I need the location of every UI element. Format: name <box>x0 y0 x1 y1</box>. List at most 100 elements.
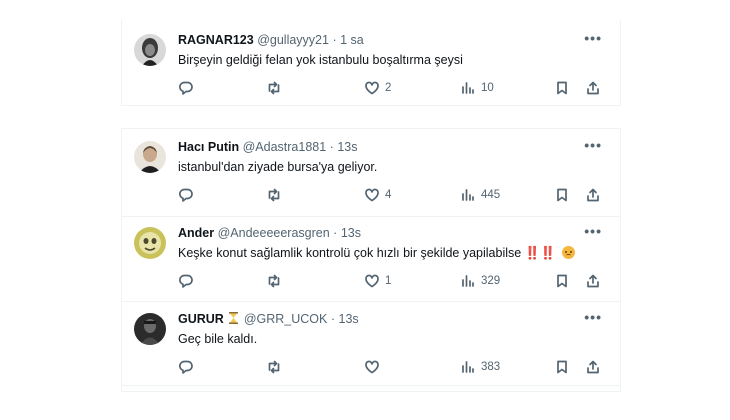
reply-icon <box>179 188 193 202</box>
tweet-card[interactable]: RAGNAR123 @gullayyy21 · 1 sa ••• Birşeyi… <box>121 20 621 106</box>
author-name[interactable]: GURUR <box>178 312 224 326</box>
share-button[interactable] <box>585 79 601 97</box>
views-button[interactable]: 383 <box>460 358 500 376</box>
tweet-time[interactable]: 1 sa <box>340 33 364 47</box>
like-count: 4 <box>385 189 392 201</box>
heart-icon <box>365 188 379 202</box>
tweet-actions: 1 329 <box>178 272 608 290</box>
like-button[interactable]: 1 <box>364 272 391 290</box>
retweet-icon <box>268 360 280 374</box>
disappointed-face-icon <box>562 246 576 259</box>
reply-icon <box>179 360 193 374</box>
like-button[interactable]: 2 <box>364 79 391 97</box>
views-count: 445 <box>481 189 501 201</box>
author-name[interactable]: Hacı Putin <box>178 140 239 154</box>
retweet-icon <box>268 81 280 95</box>
like-button[interactable] <box>364 358 385 376</box>
like-count: 1 <box>385 275 392 287</box>
bookmark-icon <box>557 274 567 288</box>
share-button[interactable] <box>585 358 601 376</box>
tweet-text: Keşke konut sağlamlik kontrolü çok hızlı… <box>178 246 522 260</box>
tweet-actions: 4 445 <box>178 186 608 204</box>
tweet-actions: 2 10 <box>178 79 608 97</box>
tweet-time[interactable]: 13s <box>339 312 359 326</box>
more-options-button[interactable]: ••• <box>584 137 602 153</box>
dot-separator: · <box>330 312 336 326</box>
share-icon <box>587 274 599 288</box>
dot-separator: · <box>332 33 337 47</box>
author-name[interactable]: Ander <box>178 226 214 240</box>
tweet-header: Ander @Andeeeeerasgren · 13s <box>178 225 361 241</box>
tweet-actions: 383 <box>178 358 608 376</box>
avatar-image <box>134 227 166 259</box>
divider <box>122 385 620 386</box>
avatar-image <box>134 141 166 173</box>
reply-button[interactable] <box>178 79 199 97</box>
reply-button[interactable] <box>178 358 199 376</box>
share-button[interactable] <box>585 186 601 204</box>
views-button[interactable]: 10 <box>460 79 494 97</box>
share-button[interactable] <box>585 272 601 290</box>
tweet-time[interactable]: 13s <box>341 226 361 240</box>
tweet-text: Geç bile kaldı. <box>178 332 258 346</box>
avatar-image <box>134 313 166 345</box>
author-handle[interactable]: @Adastra1881 <box>243 140 327 154</box>
avatar[interactable] <box>134 141 166 173</box>
share-icon <box>587 188 599 202</box>
hourglass-icon <box>229 312 239 324</box>
retweet-button[interactable] <box>266 272 287 290</box>
views-count: 10 <box>481 82 494 94</box>
like-button[interactable]: 4 <box>364 186 391 204</box>
retweet-button[interactable] <box>266 358 287 376</box>
dot-separator: · <box>329 140 334 154</box>
reply-icon <box>179 274 193 288</box>
views-count: 383 <box>481 361 501 373</box>
avatar-image <box>134 34 166 66</box>
divider <box>122 216 620 217</box>
bookmark-button[interactable] <box>554 79 570 97</box>
bookmark-button[interactable] <box>554 358 570 376</box>
tweet-text: istanbul'dan ziyade bursa'ya geliyor. <box>178 160 378 174</box>
views-button[interactable]: 329 <box>460 272 500 290</box>
bookmark-button[interactable] <box>554 186 570 204</box>
author-handle[interactable]: @Andeeeeerasgren <box>218 226 330 240</box>
tweet-header: Hacı Putin @Adastra1881 · 13s <box>178 139 357 155</box>
dot-separator: · <box>333 226 338 240</box>
reply-button[interactable] <box>178 272 199 290</box>
views-count: 329 <box>481 275 501 287</box>
bookmark-icon <box>557 188 567 202</box>
views-icon <box>462 361 474 373</box>
tweet-header: RAGNAR123 @gullayyy21 · 1 sa <box>178 32 364 48</box>
avatar[interactable] <box>134 227 166 259</box>
author-name[interactable]: RAGNAR123 <box>178 33 254 47</box>
author-handle[interactable]: @gullayyy21 <box>257 33 329 47</box>
retweet-button[interactable] <box>266 79 287 97</box>
reply-button[interactable] <box>178 186 199 204</box>
avatar[interactable] <box>134 313 166 345</box>
retweet-icon <box>268 274 280 288</box>
divider <box>122 301 620 302</box>
bookmark-button[interactable] <box>554 272 570 290</box>
views-button[interactable]: 445 <box>460 186 500 204</box>
double-exclamation-emoji: ‼️‼️ <box>524 246 556 260</box>
heart-icon <box>365 81 379 95</box>
more-options-button[interactable]: ••• <box>584 30 602 46</box>
bookmark-icon <box>557 360 567 374</box>
bookmark-icon <box>557 81 567 95</box>
retweet-icon <box>268 188 280 202</box>
tweet-header: GURUR @GRR_UCOK · 13s <box>178 311 359 327</box>
tweet-time[interactable]: 13s <box>337 140 357 154</box>
tweet-text-block: Keşke konut sağlamlik kontrolü çok hızlı… <box>178 245 576 261</box>
author-handle[interactable]: @GRR_UCOK <box>244 312 328 326</box>
share-icon <box>587 360 599 374</box>
avatar[interactable] <box>134 34 166 66</box>
heart-icon <box>365 360 379 374</box>
reply-icon <box>179 81 193 95</box>
views-icon <box>462 189 474 201</box>
views-icon <box>462 82 474 94</box>
more-options-button[interactable]: ••• <box>584 309 602 325</box>
retweet-button[interactable] <box>266 186 287 204</box>
share-icon <box>587 81 599 95</box>
views-icon <box>462 275 474 287</box>
more-options-button[interactable]: ••• <box>584 223 602 239</box>
